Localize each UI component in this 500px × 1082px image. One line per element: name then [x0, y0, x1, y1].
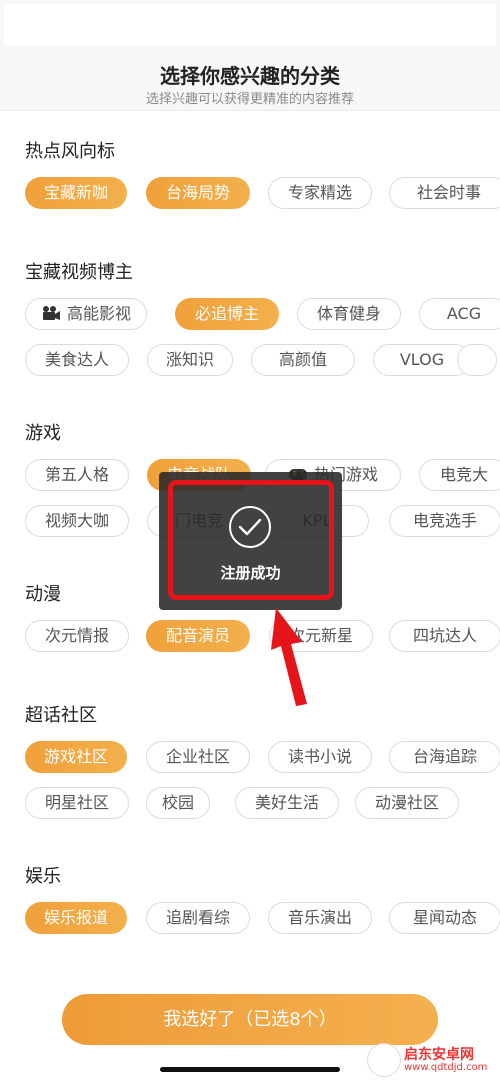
- tag-row: 明星社区 校园 美好生活 动漫社区: [25, 787, 500, 819]
- tag-label: 台海局势: [165, 183, 230, 202]
- tag-label: 读书小说: [287, 747, 352, 766]
- interest-tag[interactable]: 星闻动态: [389, 902, 500, 934]
- tag-label: 视频大咖: [44, 511, 109, 530]
- watermark: 启东安卓网 www.qdtdjd.com: [368, 1042, 498, 1078]
- tag-label: 高能影视: [66, 304, 131, 323]
- tag-label: 配音演员: [165, 626, 230, 645]
- tag-row: 游戏社区 企业社区 读书小说 台海追踪: [25, 741, 500, 773]
- tag-label: 专家精选: [287, 183, 352, 202]
- interest-tag[interactable]: 动漫社区: [355, 787, 459, 819]
- interest-tag[interactable]: 社会时事: [389, 177, 500, 209]
- interest-tag[interactable]: 高能影视: [25, 298, 147, 330]
- highlight-box: [168, 480, 334, 600]
- category-section: 娱乐娱乐报道 追剧看综 音乐演出 星闻动态: [0, 862, 500, 991]
- interest-tag[interactable]: 追剧看综: [146, 902, 250, 934]
- interest-tag[interactable]: 专家精选: [268, 177, 372, 209]
- watermark-name: 启东安卓网: [404, 1047, 474, 1063]
- interest-tag[interactable]: 台海追踪: [389, 741, 500, 773]
- tag-label: ACG: [446, 304, 482, 323]
- interest-tag[interactable]: 第五人格: [25, 459, 129, 491]
- interest-tag-selected[interactable]: 游戏社区: [25, 741, 127, 773]
- tag-row: 宝藏新咖 台海局势 专家精选 社会时事: [25, 177, 500, 209]
- interest-tag[interactable]: 企业社区: [146, 741, 250, 773]
- interest-tag[interactable]: 美好生活: [235, 787, 339, 819]
- interest-tag[interactable]: 电竞选手: [389, 505, 500, 537]
- interest-tag[interactable]: [457, 344, 497, 376]
- interest-tag[interactable]: 体育健身: [297, 298, 401, 330]
- tag-label: 台海追踪: [412, 747, 477, 766]
- tag-row: 娱乐报道 追剧看综 音乐演出 星闻动态: [25, 902, 500, 934]
- tag-label: 涨知识: [165, 350, 214, 369]
- category-section: 超话社区游戏社区 企业社区 读书小说 台海追踪明星社区 校园 美好生活 动漫社区: [0, 701, 500, 831]
- section-title: 游戏: [25, 423, 61, 444]
- interest-tag[interactable]: 读书小说: [268, 741, 372, 773]
- interest-tag[interactable]: 美食达人: [25, 344, 129, 376]
- interest-tag-selected[interactable]: 配音演员: [146, 620, 250, 652]
- interest-tag-selected[interactable]: 宝藏新咖: [25, 177, 127, 209]
- tag-label: 电竞大: [439, 465, 488, 484]
- category-section: 宝藏视频博主高能影视 必追博主 体育健身 ACG 美食达人 涨知识 高颜值 VLOG: [0, 258, 500, 388]
- interest-tag-selected[interactable]: 必追博主: [175, 298, 279, 330]
- category-section: 热点风向标宝藏新咖 台海局势 专家精选 社会时事: [0, 137, 500, 267]
- interest-tag[interactable]: 四坑达人: [389, 620, 500, 652]
- home-indicator: [160, 1067, 340, 1072]
- movie-camera-icon: [42, 306, 60, 320]
- interest-tag[interactable]: 次元情报: [25, 620, 129, 652]
- tag-label: 第五人格: [44, 465, 109, 484]
- page-subtitle: 选择兴趣可以获得更精准的内容推荐: [145, 92, 354, 107]
- interest-tag[interactable]: 涨知识: [147, 344, 233, 376]
- tag-label: 电竞选手: [412, 511, 477, 530]
- watermark-url: www.qdtdjd.com: [404, 1062, 488, 1073]
- tag-label: 体育健身: [316, 304, 381, 323]
- section-title: 超话社区: [25, 705, 97, 726]
- tag-label: 企业社区: [165, 747, 230, 766]
- tag-label: 宝藏新咖: [43, 183, 108, 202]
- tag-label: 次元情报: [44, 626, 109, 645]
- interest-tag[interactable]: 明星社区: [25, 787, 129, 819]
- interest-tag-selected[interactable]: 台海局势: [146, 177, 250, 209]
- interest-tag[interactable]: 高颜值: [251, 344, 355, 376]
- tag-label: 动漫社区: [374, 793, 439, 812]
- interest-tag-selected[interactable]: 娱乐报道: [25, 902, 127, 934]
- tag-label: 娱乐报道: [43, 908, 108, 927]
- interest-tag[interactable]: 电竞大: [419, 459, 500, 491]
- section-title: 宝藏视频博主: [25, 262, 133, 283]
- tag-row: 高能影视 必追博主 体育健身 ACG: [25, 298, 500, 330]
- confirm-button[interactable]: 我选好了（已选8个）: [62, 994, 438, 1045]
- tag-label: VLOG: [399, 350, 445, 369]
- section-title: 动漫: [25, 584, 61, 605]
- top-bar: [4, 4, 496, 46]
- tag-label: 游戏社区: [43, 747, 108, 766]
- section-title: 热点风向标: [25, 141, 115, 162]
- tag-label: 音乐演出: [287, 908, 352, 927]
- tag-label: 星闻动态: [412, 908, 477, 927]
- tag-label: 社会时事: [416, 183, 481, 202]
- tag-label: 美好生活: [254, 793, 319, 812]
- section-title: 娱乐: [25, 866, 61, 887]
- tag-label: 高颜值: [278, 350, 327, 369]
- page-title: 选择你感兴趣的分类: [160, 64, 340, 88]
- tag-label: 明星社区: [44, 793, 109, 812]
- interest-tag[interactable]: 视频大咖: [25, 505, 129, 537]
- tag-label: 必追博主: [194, 304, 259, 323]
- red-arrow-icon: [271, 608, 307, 706]
- interest-tag[interactable]: 校园: [146, 787, 210, 819]
- interest-tag[interactable]: ACG: [419, 298, 500, 330]
- interest-tag[interactable]: 音乐演出: [268, 902, 372, 934]
- watermark-logo: [368, 1044, 400, 1076]
- tag-label: 美食达人: [44, 350, 109, 369]
- tag-label: 四坑达人: [412, 626, 477, 645]
- tag-row: 美食达人 涨知识 高颜值 VLOG: [25, 344, 500, 376]
- tag-label: 追剧看综: [165, 908, 230, 927]
- tag-label: 校园: [161, 793, 194, 812]
